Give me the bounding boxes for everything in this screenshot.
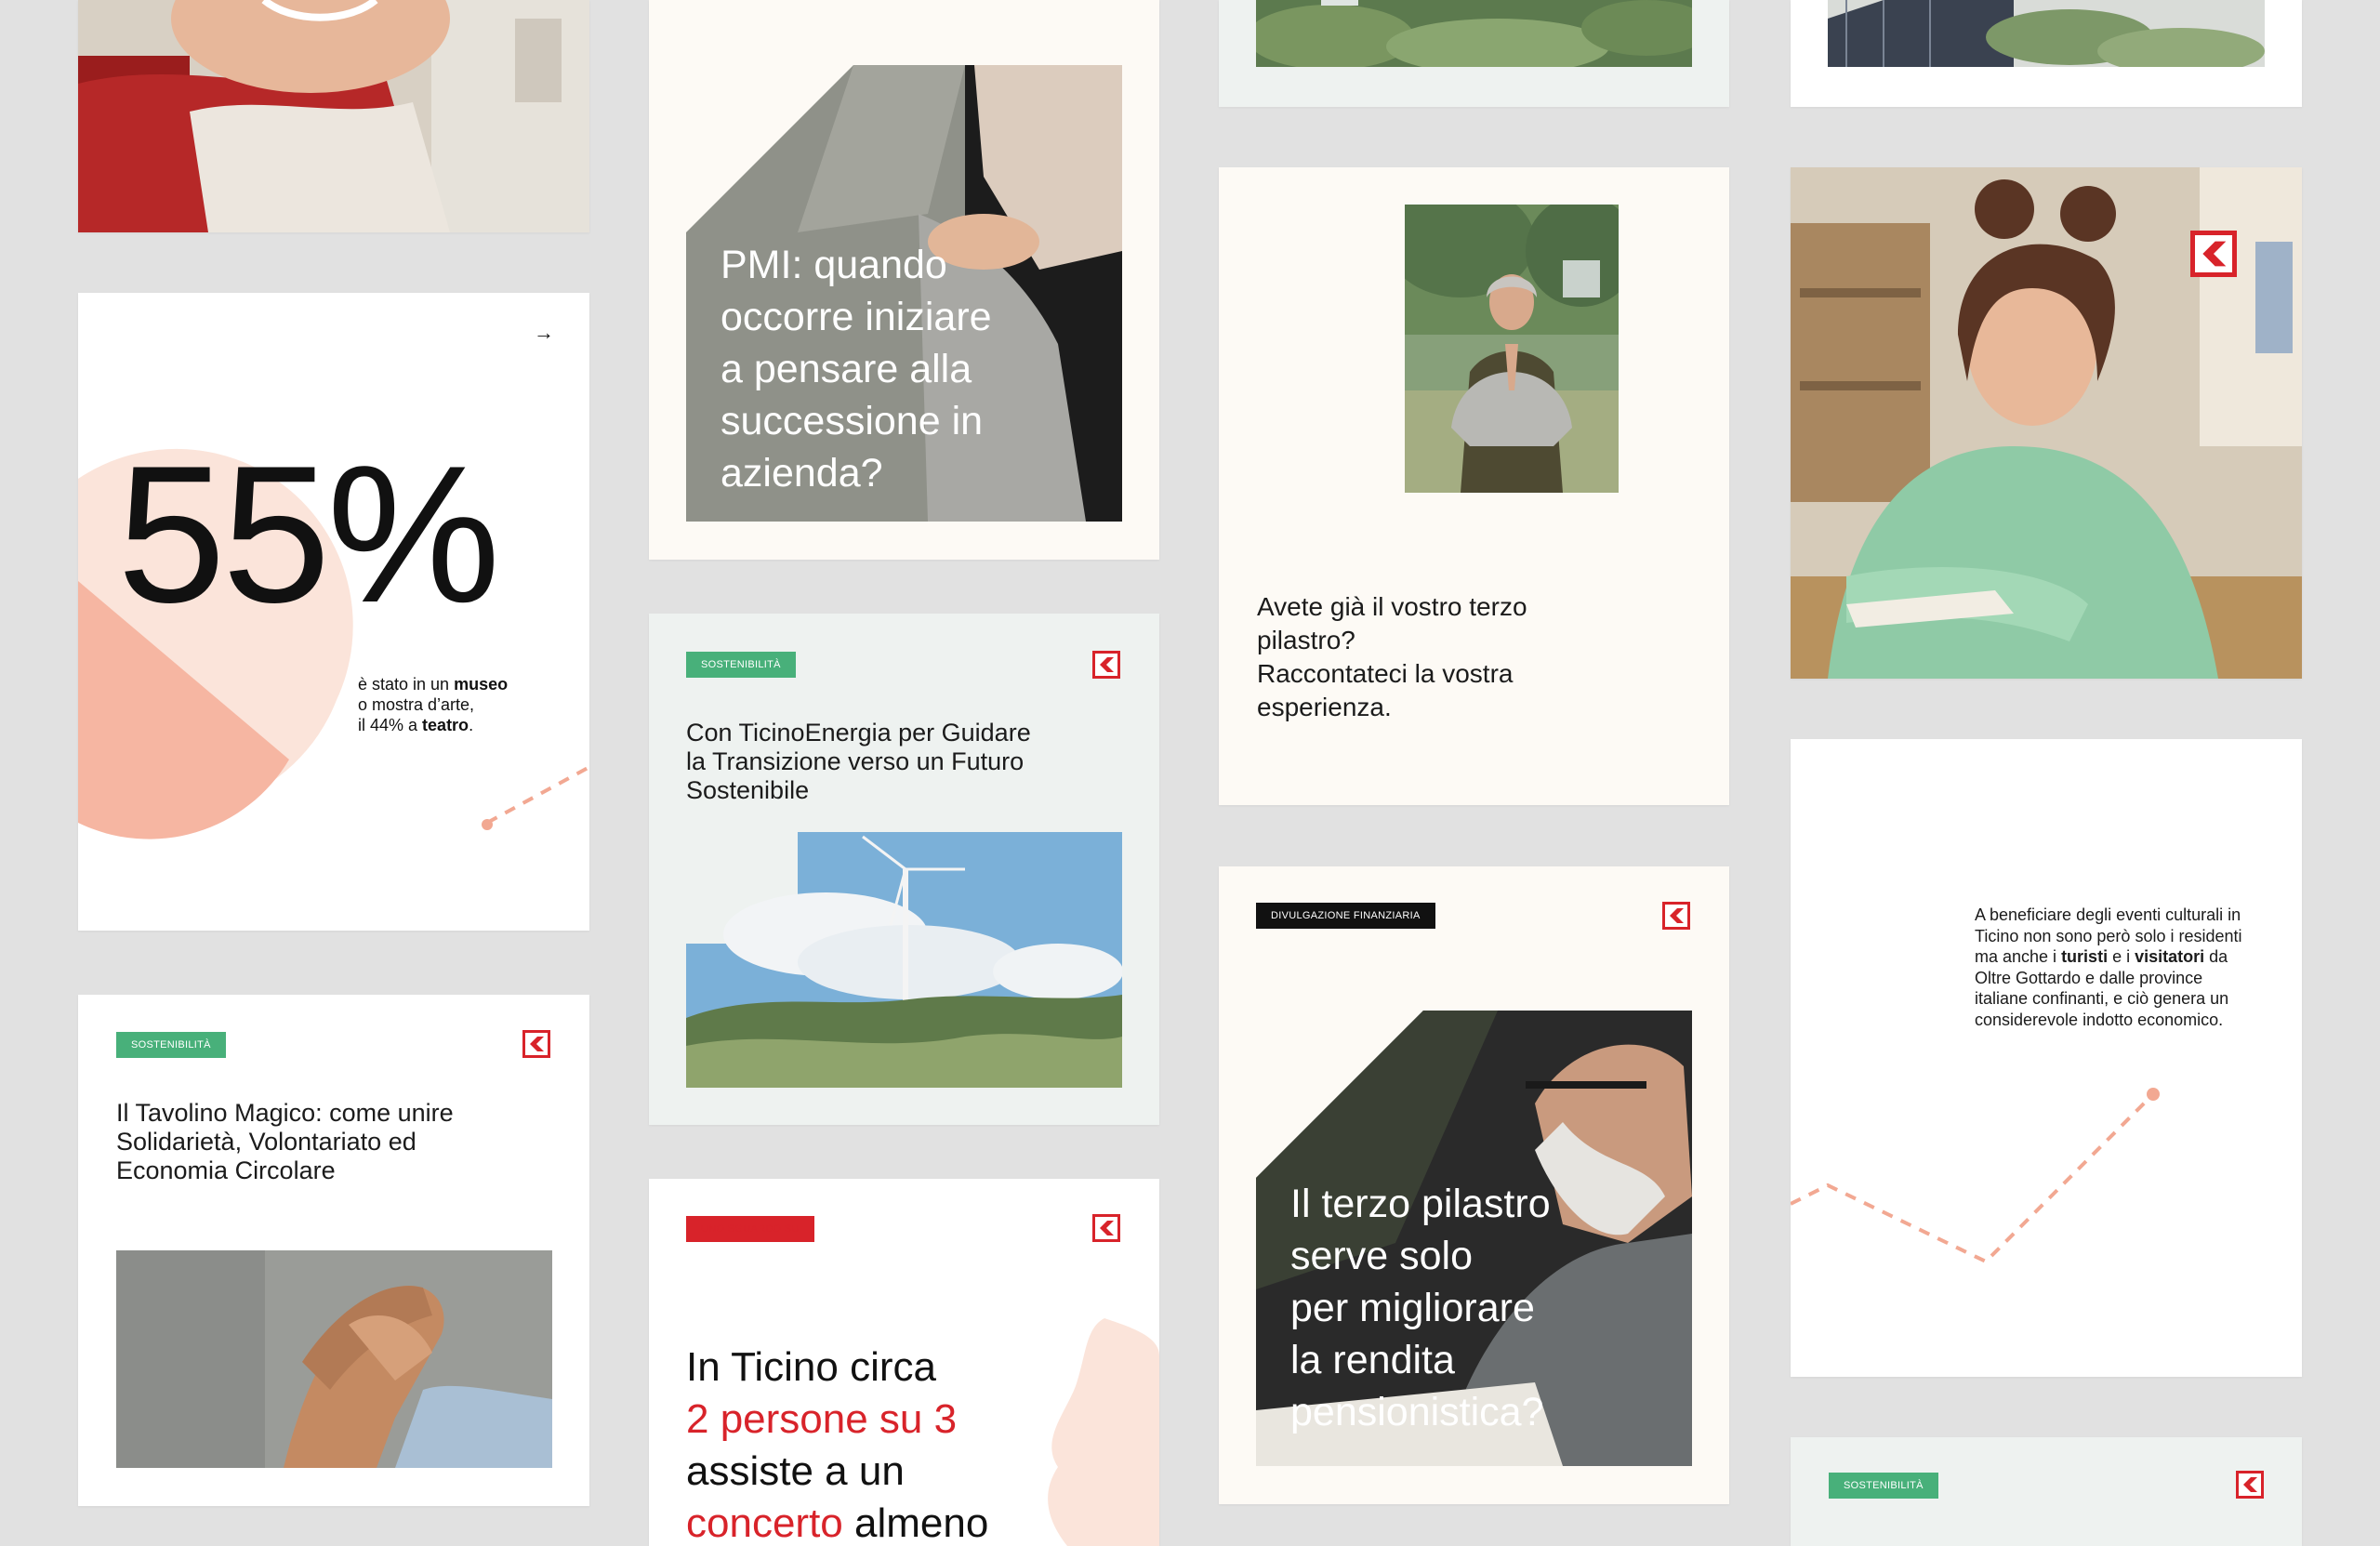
category-badge: SOSTENIBILITÀ [116, 1032, 226, 1058]
article-headline: Il terzo pilastro serve solo per miglior… [1290, 1182, 1551, 1434]
garden-photo [1256, 0, 1692, 67]
woman-meditating-photo [1405, 205, 1619, 493]
tavolino-card[interactable]: SOSTENIBILITÀ Il Tavolino Magico: come u… [78, 995, 589, 1506]
divulgazione-card[interactable]: DIVULGAZIONE FINANZIARIA Il terzo pilast… [1219, 866, 1729, 1504]
energia-card[interactable]: SOSTENIBILITÀ Con TicinoEnergia per Guid… [649, 614, 1159, 1125]
ticino-map-graphic [1048, 1318, 1159, 1546]
article-title: Con TicinoEnergia per Guidare la Transiz… [686, 719, 1031, 804]
concerto-card[interactable]: UNO SGUARDO SU In Ticino circa 2 persone… [649, 1179, 1159, 1546]
category-badge: SOSTENIBILITÀ [1829, 1473, 1938, 1499]
category-badge: SOSTENIBILITÀ [686, 652, 796, 678]
photo-card-student[interactable] [1791, 167, 2302, 679]
photo-card-building[interactable] [1791, 0, 2302, 107]
brand-logo-icon [2190, 231, 2237, 277]
photo-card-garden[interactable] [1219, 0, 1729, 107]
brand-logo-icon [2236, 1471, 2264, 1499]
photo-card-child [78, 0, 589, 232]
beneficiare-card[interactable]: A beneficiare degli eventi culturali in … [1791, 739, 2302, 1377]
article-headline: PMI: quando occorre iniziare a pensare a… [721, 243, 992, 496]
pmi-card[interactable]: PMI: quando occorre iniziare a pensare a… [649, 0, 1159, 560]
stat-description: è stato in un museo o mostra d’arte, il … [358, 675, 509, 734]
brand-logo-icon [1092, 1214, 1120, 1242]
brand-logo-icon [522, 1030, 550, 1058]
bottom-right-card[interactable]: SOSTENIBILITÀ [1791, 1437, 2302, 1546]
article-title: Il Tavolino Magico: come unire Solidarie… [116, 1099, 454, 1184]
stat-value: 55% [117, 425, 500, 643]
stat-card[interactable]: → 55% è stato in un museo o mostra d’art… [78, 293, 589, 931]
wind-turbine-photo [686, 832, 1122, 1088]
pilastro-question-card[interactable]: Avete già il vostro terzo pilastro? Racc… [1219, 167, 1729, 805]
trend-line-graphic [1791, 1088, 2160, 1264]
building-photo [1828, 0, 2265, 67]
question-text: Avete già il vostro terzo pilastro? Racc… [1257, 592, 1527, 721]
arrow-right-icon[interactable]: → [534, 321, 554, 345]
brand-logo-icon [1662, 902, 1690, 930]
category-badge: DIVULGAZIONE FINANZIARIA [1256, 903, 1435, 929]
brand-logo-icon [1092, 651, 1120, 679]
statistic-headline: In Ticino circa 2 persone su 3 assiste a… [686, 1344, 989, 1546]
handshake-photo [116, 1250, 552, 1468]
category-badge: UNO SGUARDO SU [686, 1216, 814, 1242]
